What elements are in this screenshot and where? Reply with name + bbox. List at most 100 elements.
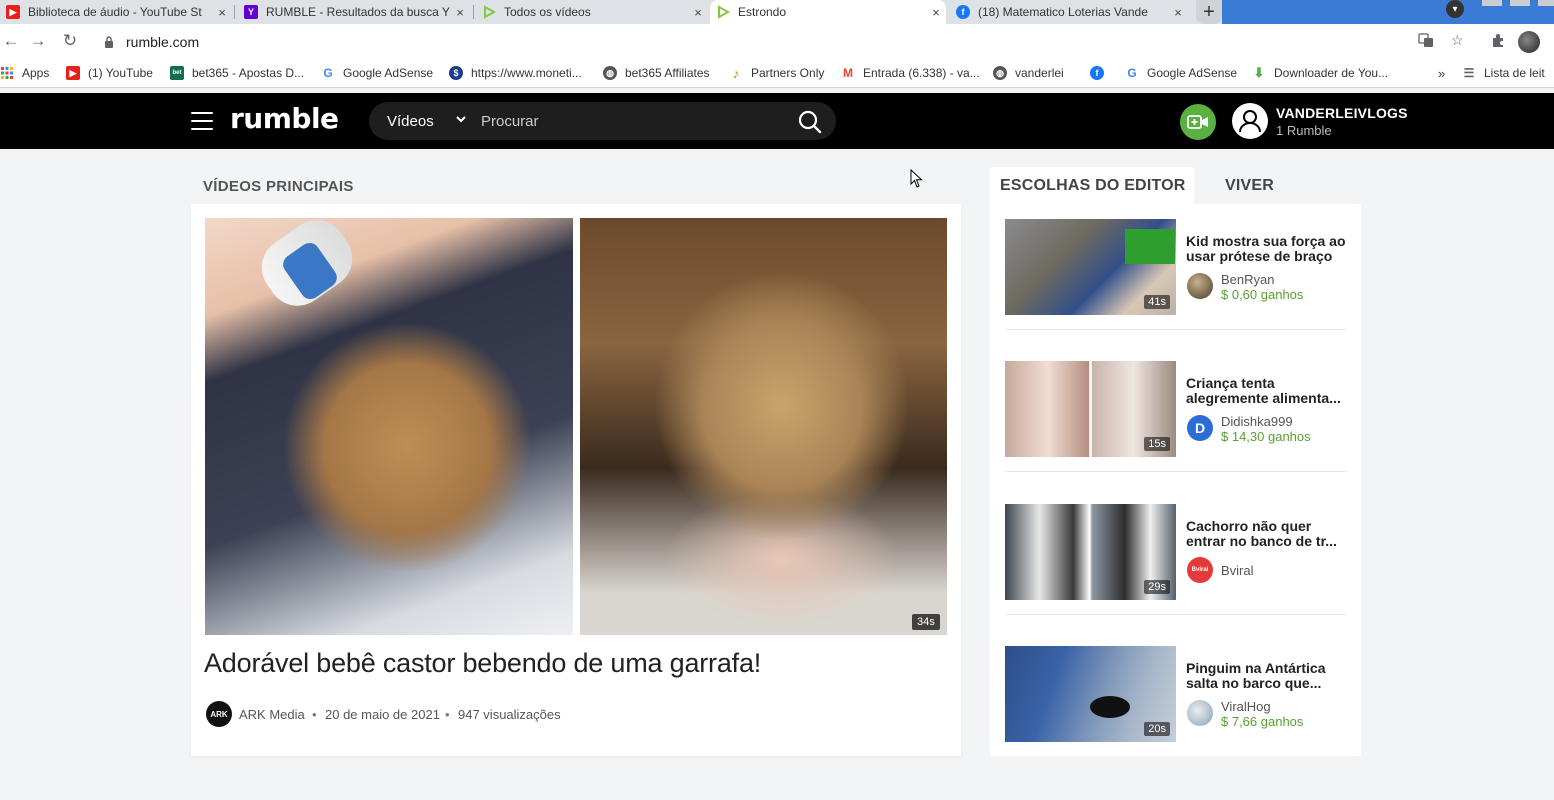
google-icon: G bbox=[323, 66, 333, 80]
lock-icon[interactable] bbox=[102, 35, 116, 49]
browser-tab-strip: ▶ Biblioteca de áudio - YouTube St × Y R… bbox=[0, 0, 1554, 24]
video-title[interactable]: Pinguim na Antártica salta no barco que.… bbox=[1186, 661, 1351, 691]
featured-thumbnail-left[interactable] bbox=[205, 218, 573, 635]
reading-list-icon: ☰ bbox=[1463, 66, 1475, 80]
chevron-down-icon[interactable] bbox=[455, 111, 467, 130]
tab-live[interactable]: VIVER bbox=[1225, 177, 1274, 195]
site-header: rumble Vídeos VANDERLEIVLOGS 1 Rumble bbox=[0, 93, 1554, 149]
bookmark-monetization[interactable]: $ https://www.moneti... bbox=[449, 66, 582, 80]
bookmark-gmail[interactable]: M Entrada (6.338) - va... bbox=[841, 66, 980, 80]
bookmark-downloader[interactable]: ⬇ Downloader de You... bbox=[1252, 65, 1389, 80]
downloader-icon: ⬇ bbox=[1253, 65, 1265, 80]
address-bar-row: ← → ↻ rumble.com ☆ bbox=[0, 24, 1554, 60]
rumble-logo[interactable]: rumble bbox=[230, 102, 339, 135]
video-thumbnail[interactable]: 29s bbox=[1005, 504, 1176, 600]
close-tab-icon[interactable]: × bbox=[926, 5, 946, 20]
channel-name[interactable]: Didishka999 bbox=[1221, 414, 1293, 429]
menu-icon[interactable] bbox=[191, 112, 213, 130]
video-thumbnail[interactable]: 41s bbox=[1005, 219, 1176, 315]
video-thumbnail[interactable]: 20s bbox=[1005, 646, 1176, 742]
address-bar[interactable]: rumble.com bbox=[92, 28, 1472, 56]
tab-separator bbox=[473, 5, 474, 19]
video-title[interactable]: Cachorro não quer entrar no banco de tr.… bbox=[1186, 519, 1351, 549]
close-window-button[interactable] bbox=[1538, 0, 1554, 6]
upload-video-button[interactable] bbox=[1180, 104, 1216, 140]
featured-video-title[interactable]: Adorável bebê castor bebendo de uma garr… bbox=[204, 648, 761, 679]
channel-name[interactable]: Bviral bbox=[1221, 563, 1254, 578]
divider bbox=[1005, 329, 1347, 330]
channel-avatar[interactable] bbox=[1187, 273, 1213, 299]
search-category-select[interactable]: Vídeos bbox=[387, 113, 434, 130]
close-tab-icon[interactable]: × bbox=[450, 5, 470, 20]
close-tab-icon[interactable]: × bbox=[1168, 5, 1188, 20]
penguin-shape bbox=[1090, 696, 1130, 718]
mouse-cursor-icon bbox=[910, 168, 924, 189]
close-tab-icon[interactable]: × bbox=[688, 5, 708, 20]
browser-tab[interactable]: Y RUMBLE - Resultados da busca Y × bbox=[238, 0, 470, 24]
user-subscribers: 1 Rumble bbox=[1276, 123, 1332, 138]
forward-icon[interactable]: → bbox=[27, 30, 49, 52]
video-title[interactable]: Kid mostra sua força ao usar prótese de … bbox=[1186, 234, 1351, 264]
channel-avatar[interactable]: ARK bbox=[206, 701, 232, 727]
section-title[interactable]: VÍDEOS PRINCIPAIS bbox=[203, 178, 354, 195]
bookmark-bet365-affiliates[interactable]: ◍ bet365 Affiliates bbox=[603, 66, 710, 80]
youtube-icon: ▶ bbox=[6, 5, 20, 19]
channel-avatar[interactable]: Bviral bbox=[1187, 557, 1213, 583]
video-duration: 15s bbox=[1144, 437, 1170, 451]
gmail-icon: M bbox=[843, 66, 853, 80]
rumble-icon bbox=[482, 5, 496, 19]
google-icon: G bbox=[1127, 66, 1137, 80]
bet365-icon: bet bbox=[170, 66, 184, 80]
channel-name[interactable]: ViralHog bbox=[1221, 699, 1271, 714]
minimize-button[interactable] bbox=[1482, 0, 1502, 6]
bookmark-google-adsense-2[interactable]: G Google AdSense bbox=[1125, 66, 1237, 80]
globe-icon: ◍ bbox=[603, 66, 617, 80]
meta-separator: • bbox=[312, 707, 317, 722]
new-tab-button[interactable]: + bbox=[1196, 0, 1222, 24]
bookmark-bet365[interactable]: bet bet365 - Apostas D... bbox=[170, 66, 304, 80]
user-name[interactable]: VANDERLEIVLOGS bbox=[1276, 105, 1408, 121]
bookmarks-more-icon[interactable]: » bbox=[1438, 66, 1445, 81]
extensions-icon[interactable] bbox=[1490, 32, 1506, 51]
divider bbox=[1005, 471, 1347, 472]
bookmark-apps[interactable]: Apps bbox=[0, 66, 49, 80]
reading-list[interactable]: ☰ Lista de leit bbox=[1462, 66, 1554, 80]
facebook-icon: f bbox=[956, 5, 970, 19]
rumble-icon bbox=[716, 5, 730, 19]
channel-name[interactable]: ARK Media bbox=[239, 707, 305, 722]
reload-icon[interactable]: ↻ bbox=[59, 30, 81, 52]
search-icon[interactable] bbox=[797, 109, 823, 135]
featured-thumbnail-right[interactable] bbox=[580, 218, 947, 635]
bookmark-google-adsense[interactable]: G Google AdSense bbox=[321, 66, 433, 80]
browser-tab-active[interactable]: Estrondo × bbox=[710, 0, 946, 24]
browser-tab[interactable]: ▶ Biblioteca de áudio - YouTube St × bbox=[0, 0, 232, 24]
channel-avatar[interactable]: D bbox=[1187, 415, 1213, 441]
tab-editor-picks-label[interactable]: ESCOLHAS DO EDITOR bbox=[1000, 177, 1186, 195]
bookmarks-bar: Apps ▶ (1) YouTube bet bet365 - Apostas … bbox=[0, 60, 1554, 88]
bookmark-vanderlei[interactable]: ◍ vanderlei bbox=[993, 66, 1064, 80]
video-thumbnail[interactable]: 15s bbox=[1005, 361, 1176, 457]
toy-blocks-shape bbox=[1125, 229, 1175, 264]
bookmark-star-icon[interactable]: ☆ bbox=[1451, 32, 1464, 49]
channel-name[interactable]: BenRyan bbox=[1221, 272, 1274, 287]
divider bbox=[1005, 614, 1347, 615]
translate-icon[interactable] bbox=[1418, 32, 1434, 51]
globe-icon: ◍ bbox=[993, 66, 1007, 80]
browser-tab[interactable]: Todos os vídeos × bbox=[476, 0, 708, 24]
yahoo-icon: Y bbox=[244, 5, 258, 19]
bookmark-youtube[interactable]: ▶ (1) YouTube bbox=[66, 66, 153, 80]
partners-icon: ♪ bbox=[732, 65, 740, 81]
back-icon[interactable]: ← bbox=[0, 30, 22, 52]
bookmark-partners-only[interactable]: ♪ Partners Only bbox=[729, 65, 825, 81]
profile-avatar[interactable] bbox=[1518, 31, 1540, 53]
search-input[interactable] bbox=[481, 111, 781, 131]
browser-tab[interactable]: f (18) Matematico Loterias Vande × bbox=[950, 0, 1188, 24]
url-text[interactable]: rumble.com bbox=[126, 34, 199, 50]
user-avatar[interactable] bbox=[1232, 103, 1268, 139]
maximize-button[interactable] bbox=[1510, 0, 1530, 6]
bookmark-facebook[interactable]: f bbox=[1090, 66, 1112, 80]
tab-search-icon[interactable]: ▾ bbox=[1446, 0, 1464, 18]
close-tab-icon[interactable]: × bbox=[212, 5, 232, 20]
video-title[interactable]: Criança tenta alegremente alimenta... bbox=[1186, 376, 1351, 406]
channel-avatar[interactable] bbox=[1187, 700, 1213, 726]
